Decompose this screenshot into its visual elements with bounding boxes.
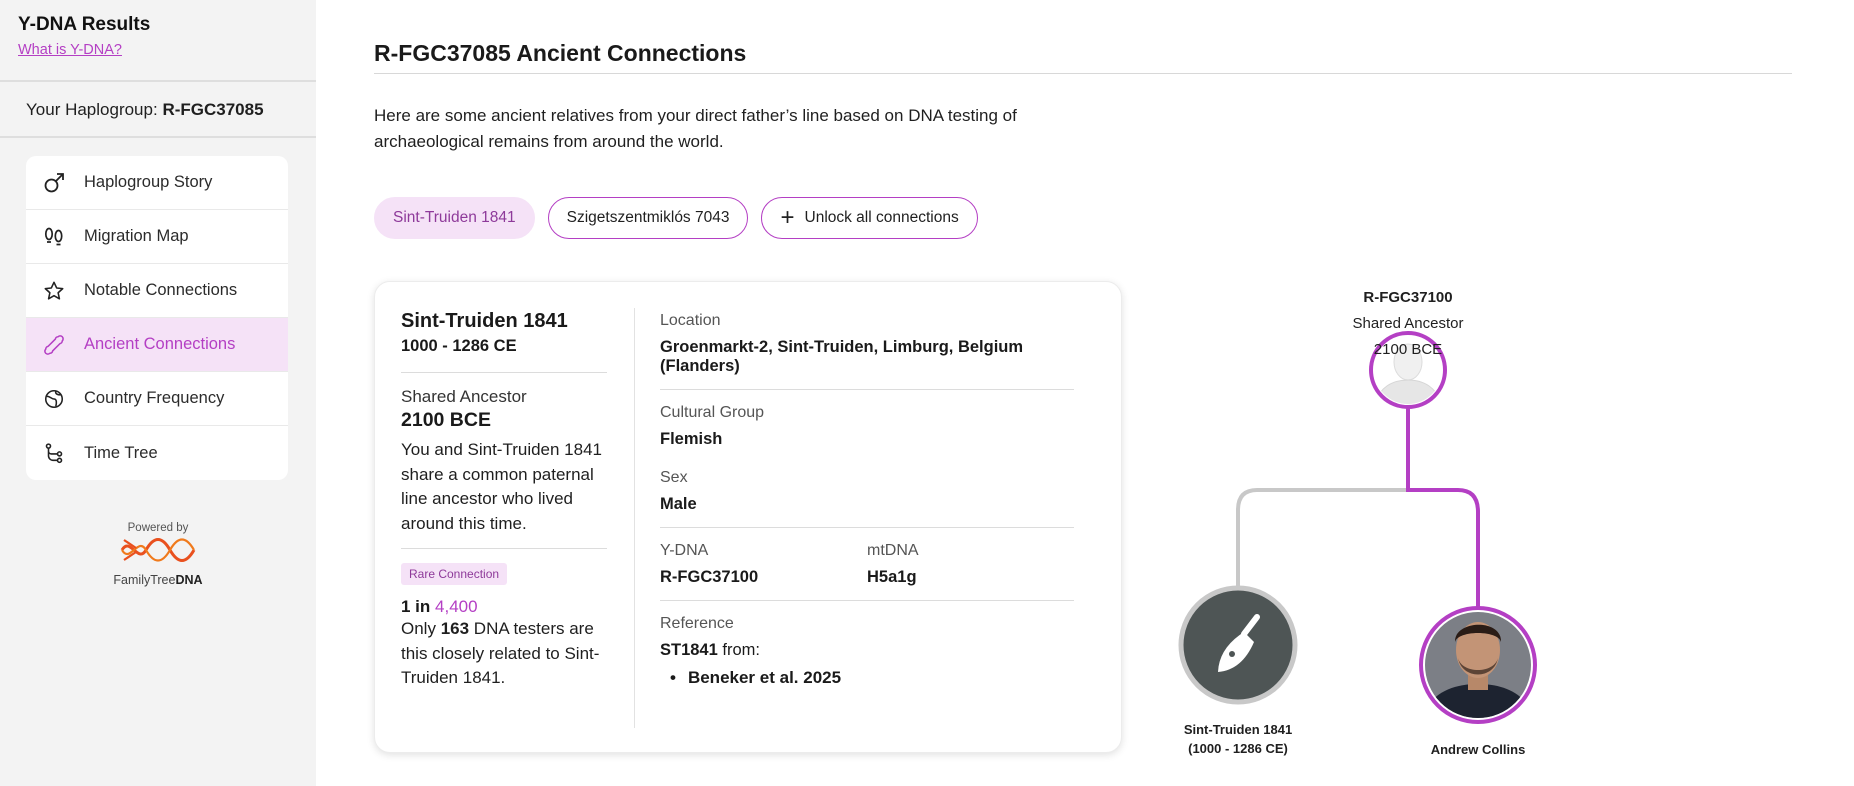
odds-value: 4,400 (435, 597, 478, 616)
user-node (1419, 606, 1537, 724)
cultural-group-label: Cultural Group (660, 404, 765, 421)
ancestor-caption: Shared Ancestor (1352, 315, 1464, 332)
tree-branch-user (1406, 407, 1480, 612)
shared-ancestor-label: Shared Ancestor (401, 387, 527, 406)
sidebar-item-label: Migration Map (84, 227, 189, 245)
divider (401, 548, 607, 549)
sex-label: Sex (660, 469, 688, 486)
brand-left: FamilyTree (113, 573, 176, 587)
card-details: Location Groenmarkt-2, Sint-Truiden, Lim… (660, 312, 1074, 688)
sidebar-header: Y-DNA Results What is Y-DNA? (0, 0, 316, 82)
sidebar-item-ancient-connections[interactable]: Ancient Connections (26, 318, 288, 372)
connection-chips: Sint-Truiden 1841 Szigetszentmiklós 7043… (374, 197, 978, 239)
title-divider (374, 73, 1792, 74)
unlock-all-connections-button[interactable]: + Unlock all connections (761, 197, 978, 239)
ancestor-haplogroup: R-FGC37100 (1363, 289, 1453, 306)
tree-branch-ancient (1236, 488, 1408, 592)
sidebar-nav: Haplogroup Story Migration Map Notable C… (26, 156, 288, 480)
star-icon (42, 279, 66, 303)
reference-item: Beneker et al. 2025 (670, 668, 1074, 688)
sex-value: Male (660, 495, 697, 513)
reference-source: ST1841 from: (660, 641, 1074, 660)
ancient-name: Sint-Truiden 1841 (1183, 722, 1293, 737)
page-title: R-FGC37085 Ancient Connections (374, 40, 747, 66)
brand-right: DNA (175, 573, 203, 587)
sidebar-item-label: Country Frequency (84, 389, 225, 407)
sidebar-item-notable-connections[interactable]: Notable Connections (26, 264, 288, 318)
user-node-label: Andrew Collins (1378, 740, 1578, 759)
user-name: Andrew Collins (1430, 742, 1526, 757)
ancient-dates: (1000 - 1286 CE) (1188, 741, 1288, 756)
haplogroup-summary: Your Haplogroup: R-FGC37085 (0, 82, 316, 138)
plus-icon: + (780, 204, 795, 231)
sidebar-item-migration-map[interactable]: Migration Map (26, 210, 288, 264)
divider (401, 372, 607, 373)
chip-szigetszentmiklos[interactable]: Szigetszentmiklós 7043 (547, 197, 749, 239)
cultural-group-value: Flemish (660, 430, 723, 448)
haplogroup-row: Y-DNA R-FGC37100 mtDNA H5a1g (660, 542, 1074, 587)
sidebar-item-haplogroup-story[interactable]: Haplogroup Story (26, 156, 288, 210)
connection-name: Sint-Truiden 1841 (401, 310, 568, 332)
ydna-value: R-FGC37100 (660, 568, 759, 586)
ancestor-label: R-FGC37100 Shared Ancestor 2100 BCE (1308, 285, 1508, 363)
main-content: R-FGC37085 Ancient Connections Here are … (316, 0, 1854, 786)
divider (660, 389, 1074, 390)
sidebar-item-time-tree[interactable]: Time Tree (26, 426, 288, 480)
reference-from: from: (717, 641, 760, 659)
mtdna-value: H5a1g (867, 568, 917, 586)
rare-connection-badge: Rare Connection (401, 563, 508, 585)
reference-label: Reference (660, 615, 734, 632)
shared-ancestor-description: You and Sint-Truiden 1841 share a common… (401, 440, 603, 533)
sidebar-item-label: Ancient Connections (84, 335, 236, 353)
ydna-label: Y-DNA (660, 542, 709, 559)
footprints-icon (42, 225, 66, 249)
ancient-node-label: Sint-Truiden 1841 (1000 - 1286 CE) (1138, 720, 1338, 758)
ancestor-date: 2100 BCE (1373, 341, 1443, 358)
ancient-node (1178, 585, 1298, 705)
card-summary: Sint-Truiden 1841 1000 - 1286 CE Shared … (401, 310, 607, 691)
location-value: Groenmarkt-2, Sint-Truiden, Limburg, Bel… (660, 338, 1024, 375)
what-is-ydna-link[interactable]: What is Y-DNA? (18, 42, 122, 58)
powered-by-block: Powered by FamilyTreeDNA (110, 522, 206, 587)
card-vertical-divider (634, 308, 635, 728)
sidebar-item-label: Time Tree (84, 443, 158, 462)
rarity-odds: 1 in 4,400 (401, 597, 607, 617)
chip-sint-truiden[interactable]: Sint-Truiden 1841 (374, 197, 535, 239)
reference-id: ST1841 (660, 641, 718, 659)
sidebar-item-country-frequency[interactable]: Country Frequency (26, 372, 288, 426)
sidebar-title: Y-DNA Results (18, 14, 151, 35)
familytreedna-wordmark: FamilyTreeDNA (110, 573, 206, 587)
bone-icon (42, 333, 66, 357)
sidebar-item-label: Haplogroup Story (84, 173, 213, 191)
connection-tree: R-FGC37100 Shared Ancestor 2100 BCE Sint… (1158, 280, 1758, 780)
odds-prefix: 1 in (401, 597, 436, 616)
user-avatar (1425, 612, 1531, 718)
testers-description: Only 163 DNA testers are this closely re… (401, 617, 607, 691)
familytreedna-logo-icon (110, 534, 206, 571)
tree-branch-icon (42, 441, 66, 465)
divider (660, 527, 1074, 528)
haplogroup-label: Your Haplogroup: (26, 100, 158, 119)
unlock-all-label: Unlock all connections (804, 209, 959, 226)
globe-icon (42, 387, 66, 411)
reference-list: Beneker et al. 2025 (660, 668, 1074, 688)
connection-card: Sint-Truiden 1841 1000 - 1286 CE Shared … (374, 281, 1122, 753)
mtdna-label: mtDNA (867, 542, 919, 559)
intro-text: Here are some ancient relatives from you… (374, 106, 1017, 151)
sidebar-item-label: Notable Connections (84, 281, 238, 299)
testers-pre: Only (401, 619, 441, 638)
connection-date-range: 1000 - 1286 CE (401, 337, 517, 355)
testers-count: 163 (440, 619, 470, 638)
divider (660, 600, 1074, 601)
sidebar: Y-DNA Results What is Y-DNA? Your Haplog… (0, 0, 316, 786)
shared-ancestor-value: 2100 BCE (401, 409, 491, 431)
location-label: Location (660, 312, 721, 329)
powered-by-text: Powered by (127, 522, 189, 534)
haplogroup-value: R-FGC37085 (162, 100, 264, 119)
male-symbol-icon (42, 171, 66, 195)
